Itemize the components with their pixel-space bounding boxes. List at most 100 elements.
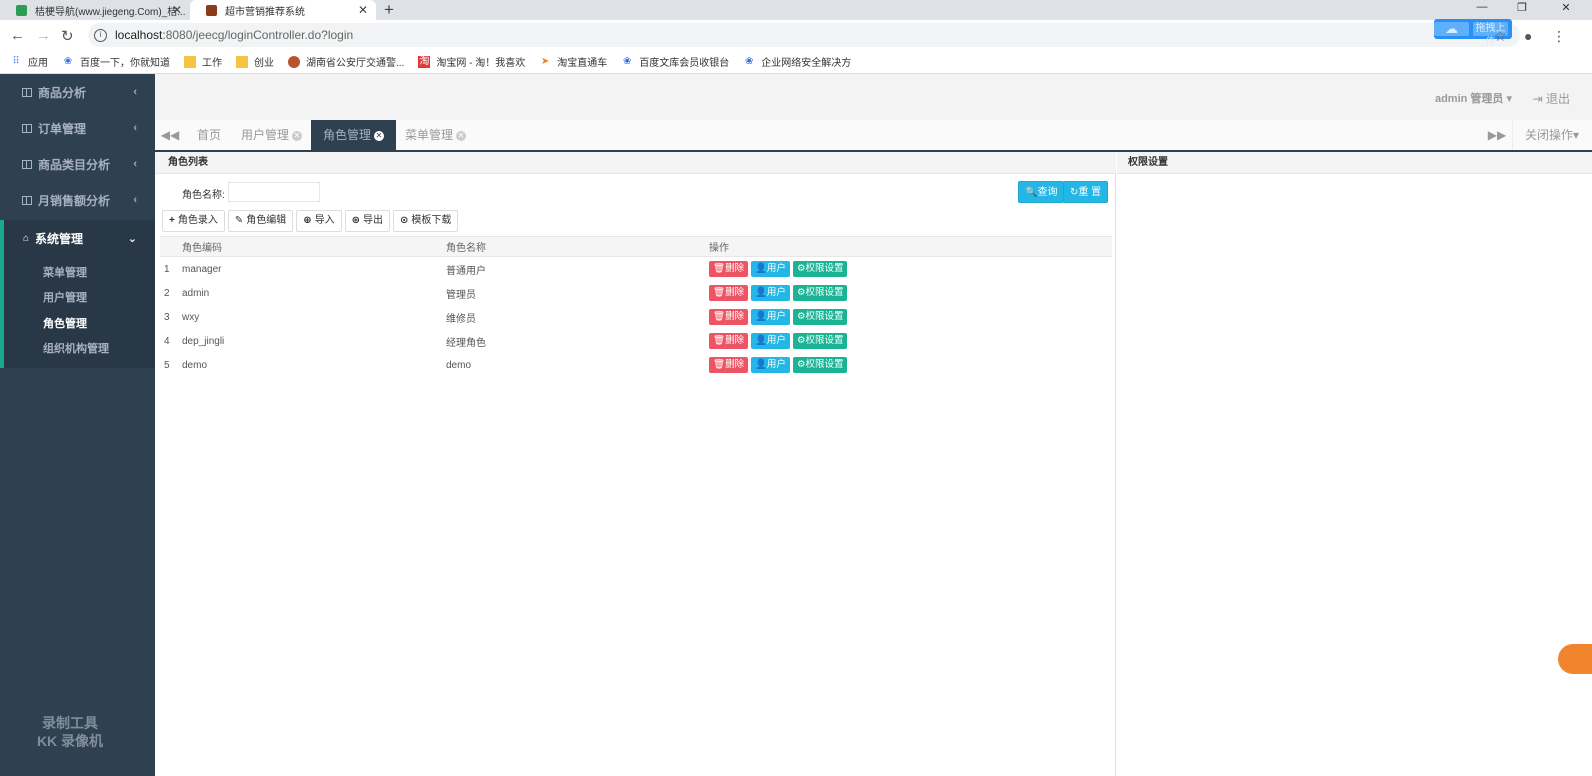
role-name-input[interactable] <box>228 182 320 202</box>
chevron-left-icon: ‹ <box>133 86 137 98</box>
table-row[interactable]: 1 manager 普通用户 🗑删除 👤用户 ⚙权限设置 <box>160 257 1112 281</box>
floating-assistant-icon[interactable] <box>1558 644 1592 674</box>
query-button[interactable]: 🔍查询 <box>1018 181 1065 203</box>
window-close-icon[interactable]: ✕ <box>1544 1 1588 14</box>
info-icon[interactable]: i <box>94 28 107 42</box>
role-users-button[interactable]: 👤用户 <box>751 261 790 277</box>
role-users-button[interactable]: 👤用户 <box>751 357 790 373</box>
add-role-button[interactable]: + 角色录入 <box>162 210 225 232</box>
table-row[interactable]: 5 demo demo 🗑删除 👤用户 ⚙权限设置 <box>160 353 1112 377</box>
role-name: demo <box>446 359 472 371</box>
submenu-item-menu[interactable]: 菜单管理 <box>43 264 87 280</box>
reset-button[interactable]: ↻重 置 <box>1063 181 1109 203</box>
logout-button[interactable]: ⇥ 退出 <box>1533 90 1570 107</box>
tab-close-icon[interactable]: ✕ <box>172 3 182 17</box>
arrow-flag-icon: ➤ <box>541 55 550 67</box>
sidebar-item-system-management[interactable]: ⌂ 系统管理 ⌄ <box>0 220 155 256</box>
page-tabs-bar: ◀◀ 首页 用户管理 ✕ 角色管理 ✕ 菜单管理 ✕ ▶▶ 关闭操作▾ <box>155 120 1592 152</box>
role-code: admin <box>182 287 210 299</box>
column-header-name[interactable]: 角色名称 <box>446 237 486 256</box>
account-icon[interactable]: ● <box>1524 28 1532 44</box>
minimize-icon[interactable]: — <box>1460 1 1504 13</box>
bookmark-star-icon[interactable]: ☆ <box>1494 28 1507 45</box>
column-header-code[interactable]: 角色编码 <box>182 237 222 256</box>
delete-button[interactable]: 🗑删除 <box>709 357 749 373</box>
bookmark-item[interactable]: 湖南省公安厅交通警... <box>288 54 404 69</box>
back-icon[interactable]: ← <box>10 27 25 44</box>
more-menu-icon[interactable]: ⋮ <box>1552 28 1566 45</box>
browser-tab-active[interactable]: 超市营销推荐系统 ✕ <box>190 0 376 20</box>
bookmark-item[interactable]: ❀ 百度一下，你就知道 <box>62 54 170 70</box>
bookmark-item[interactable]: ❀ 百度文库会员收银台 <box>621 54 729 70</box>
columns-icon <box>22 195 32 205</box>
system-submenu: 菜单管理 用户管理 角色管理 组织机构管理 <box>0 256 155 368</box>
tabs-scroll-left-icon[interactable]: ◀◀ <box>155 120 185 150</box>
browser-tabstrip: 桔梗导航(www.jiegeng.Com)_桔... ✕ 超市营销推荐系统 ✕ … <box>0 0 1592 20</box>
tab-user-management[interactable]: 用户管理 ✕ <box>229 120 314 150</box>
tab-role-management[interactable]: 角色管理 ✕ <box>311 120 397 150</box>
sidebar-item-monthly-sales[interactable]: 月销售额分析 ‹ <box>0 182 155 218</box>
browser-tab-title: 超市营销推荐系统 <box>225 6 305 18</box>
new-tab-icon[interactable]: + <box>384 0 394 20</box>
user-menu[interactable]: admin 管理员 ▾ <box>1435 90 1512 106</box>
tab-close-icon[interactable]: ✕ <box>358 3 368 17</box>
tab-close-icon[interactable]: ✕ <box>292 131 303 141</box>
sidebar-item-category-analysis[interactable]: 商品类目分析 ‹ <box>0 146 155 182</box>
bookmark-item[interactable]: ⠿ 应用 <box>10 54 48 70</box>
permission-settings-button[interactable]: ⚙权限设置 <box>792 357 848 373</box>
tab-close-icon[interactable]: ✕ <box>374 131 385 141</box>
permission-settings-button[interactable]: ⚙权限设置 <box>792 309 848 325</box>
taobao-icon: 淘 <box>418 55 431 68</box>
permission-settings-button[interactable]: ⚙权限设置 <box>792 333 848 349</box>
bookmark-item[interactable]: ❀ 企业网络安全解决方 <box>743 54 851 70</box>
role-name: 经理角色 <box>446 337 486 349</box>
import-icon: ⊕ <box>303 215 312 226</box>
delete-button[interactable]: 🗑删除 <box>709 285 749 301</box>
restore-icon[interactable]: ❐ <box>1500 1 1544 14</box>
row-index: 4 <box>164 335 170 347</box>
import-button[interactable]: ⊕ 导入 <box>296 210 342 232</box>
permission-settings-button[interactable]: ⚙权限设置 <box>792 261 848 277</box>
sidebar-item-goods-analysis[interactable]: 商品分析 ‹ <box>0 74 155 110</box>
url-text: localhost:8080/jeecg/loginController.do?… <box>115 28 354 42</box>
edit-role-button[interactable]: ✎ 角色编辑 <box>227 210 294 232</box>
role-toolbar: + 角色录入 ✎ 角色编辑 ⊕ 导入 ⊛ 导出 ⊙ 模板下载 <box>162 210 461 232</box>
role-users-button[interactable]: 👤用户 <box>751 333 790 349</box>
bookmark-item[interactable]: ➤ 淘宝直通车 <box>539 54 607 70</box>
delete-button[interactable]: 🗑删除 <box>709 309 749 325</box>
browser-tab[interactable]: 桔梗导航(www.jiegeng.Com)_桔... ✕ <box>0 0 190 20</box>
permission-settings-button[interactable]: ⚙权限设置 <box>792 285 848 301</box>
chevron-left-icon: ‹ <box>133 122 137 134</box>
delete-button[interactable]: 🗑删除 <box>709 261 749 277</box>
table-row[interactable]: 2 admin 管理员 🗑删除 👤用户 ⚙权限设置 <box>160 281 1112 305</box>
row-index: 1 <box>164 263 170 275</box>
bookmark-item[interactable]: 工作 <box>184 54 222 69</box>
tab-close-icon[interactable]: ✕ <box>456 131 467 141</box>
address-bar[interactable]: i localhost:8080/jeecg/loginController.d… <box>88 23 1520 47</box>
forward-icon[interactable]: → <box>36 27 51 44</box>
role-code: wxy <box>182 311 200 323</box>
submenu-item-users[interactable]: 用户管理 <box>43 289 87 305</box>
template-download-button[interactable]: ⊙ 模板下载 <box>393 210 459 232</box>
tab-home[interactable]: 首页 <box>185 120 233 150</box>
chevron-left-icon: ‹ <box>133 194 137 206</box>
role-users-button[interactable]: 👤用户 <box>751 309 790 325</box>
role-users-button[interactable]: 👤用户 <box>751 285 790 301</box>
table-row[interactable]: 3 wxy 维修员 🗑删除 👤用户 ⚙权限设置 <box>160 305 1112 329</box>
role-code: demo <box>182 359 208 371</box>
bookmark-item[interactable]: 创业 <box>236 54 274 69</box>
submenu-item-roles[interactable]: 角色管理 <box>43 315 87 331</box>
bookmark-item[interactable]: 淘淘宝网 - 淘！我喜欢 <box>418 54 525 69</box>
tabs-scroll-right-icon[interactable]: ▶▶ <box>1482 120 1512 150</box>
role-name-label: 角色名称: <box>182 190 225 201</box>
delete-button[interactable]: 🗑删除 <box>709 333 749 349</box>
role-list-panel: 角色列表 角色名称: 🔍查询 ↻重 置 + 角色录入 ✎ 角色编辑 ⊕ 导入 ⊛ 导出 … <box>155 152 1116 776</box>
export-button[interactable]: ⊛ 导出 <box>344 210 391 232</box>
sidebar-item-order-management[interactable]: 订单管理 ‹ <box>0 110 155 146</box>
tab-menu-management[interactable]: 菜单管理 ✕ <box>393 120 478 150</box>
submenu-item-org[interactable]: 组织机构管理 <box>43 340 109 356</box>
app-header: admin 管理员 ▾ ⇥ 退出 <box>155 74 1592 120</box>
reload-icon[interactable]: ↻ <box>61 27 74 45</box>
table-row[interactable]: 4 dep_jingli 经理角色 🗑删除 👤用户 ⚙权限设置 <box>160 329 1112 353</box>
close-operations-dropdown[interactable]: 关闭操作▾ <box>1512 120 1592 150</box>
